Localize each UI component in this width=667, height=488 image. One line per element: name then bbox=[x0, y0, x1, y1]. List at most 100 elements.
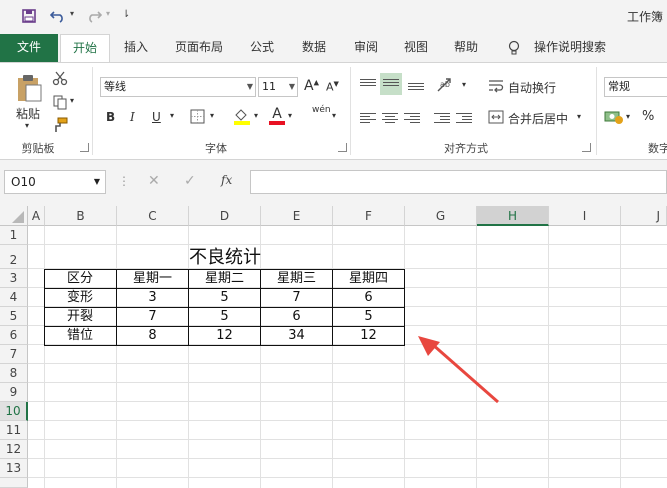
column-header-f[interactable]: F bbox=[333, 206, 405, 226]
clipboard-launcher-icon[interactable] bbox=[80, 143, 89, 152]
shrink-font-button[interactable]: A▼ bbox=[326, 80, 339, 94]
row-header-14[interactable] bbox=[0, 478, 28, 488]
table-title[interactable]: 不良统计 bbox=[117, 246, 333, 269]
wrap-text-icon[interactable] bbox=[488, 78, 504, 97]
tab-formulas[interactable]: 公式 bbox=[240, 34, 284, 62]
align-right-icon[interactable] bbox=[404, 111, 420, 125]
redo-dropdown-icon[interactable]: ▾ bbox=[106, 9, 110, 18]
tab-insert[interactable]: 插入 bbox=[114, 34, 158, 62]
merge-center-icon[interactable] bbox=[488, 109, 504, 128]
accounting-dropdown-icon[interactable]: ▾ bbox=[626, 112, 630, 121]
bold-button[interactable]: B bbox=[106, 110, 115, 124]
align-left-icon[interactable] bbox=[360, 111, 376, 125]
column-header-e[interactable]: E bbox=[261, 206, 333, 226]
merge-center-button[interactable]: 合并后居中 bbox=[508, 110, 568, 127]
column-header-a[interactable]: A bbox=[28, 206, 45, 226]
row-header-5[interactable]: 5 bbox=[0, 307, 28, 326]
name-box-dropdown-icon[interactable]: ▼ bbox=[94, 171, 100, 193]
column-header-d[interactable]: D bbox=[189, 206, 261, 226]
tab-data[interactable]: 数据 bbox=[292, 34, 336, 62]
paste-dropdown-icon[interactable]: ▾ bbox=[25, 121, 29, 130]
font-size-dropdown-icon[interactable]: ▼ bbox=[289, 78, 295, 96]
phonetic-guide-button[interactable]: wén bbox=[312, 105, 331, 115]
copy-icon[interactable] bbox=[52, 94, 68, 113]
column-header-b[interactable]: B bbox=[45, 206, 117, 226]
wrap-text-button[interactable]: 自动换行 bbox=[508, 79, 556, 96]
table-cell[interactable]: 6 bbox=[261, 307, 332, 326]
tab-view[interactable]: 视图 bbox=[394, 34, 438, 62]
formula-input[interactable] bbox=[250, 170, 667, 194]
table-header-cell[interactable]: 星期四 bbox=[333, 269, 404, 288]
align-middle-icon[interactable] bbox=[380, 73, 402, 95]
table-cell[interactable]: 6 bbox=[333, 288, 404, 307]
row-header-2[interactable]: 2 bbox=[0, 245, 28, 269]
table-header-cell[interactable]: 星期二 bbox=[189, 269, 260, 288]
underline-dropdown-icon[interactable]: ▾ bbox=[170, 111, 174, 120]
tab-page-layout[interactable]: 页面布局 bbox=[166, 34, 232, 62]
save-icon[interactable] bbox=[22, 9, 36, 27]
tell-me-search[interactable]: 操作说明搜索 bbox=[528, 34, 612, 62]
accounting-format-icon[interactable] bbox=[604, 109, 624, 128]
font-size-combo[interactable]: 11 ▼ bbox=[258, 77, 298, 97]
align-bottom-icon[interactable] bbox=[408, 81, 424, 95]
cut-icon[interactable] bbox=[52, 70, 68, 89]
undo-dropdown-icon[interactable]: ▾ bbox=[70, 9, 74, 18]
table-header-cell[interactable]: 星期三 bbox=[261, 269, 332, 288]
table-cell[interactable]: 5 bbox=[189, 307, 260, 326]
percent-button[interactable]: % bbox=[642, 109, 654, 124]
column-header-j[interactable]: J bbox=[621, 206, 667, 226]
tab-file[interactable]: 文件 bbox=[0, 34, 58, 62]
table-cell[interactable]: 8 bbox=[117, 326, 188, 345]
row-header-7[interactable]: 7 bbox=[0, 345, 28, 364]
column-header-i[interactable]: I bbox=[549, 206, 621, 226]
font-name-dropdown-icon[interactable]: ▼ bbox=[247, 78, 253, 96]
insert-function-button[interactable]: fx bbox=[221, 173, 232, 187]
tab-help[interactable]: 帮助 bbox=[444, 34, 488, 62]
align-top-icon[interactable] bbox=[360, 77, 376, 91]
copy-dropdown-icon[interactable]: ▾ bbox=[70, 96, 74, 105]
row-header-6[interactable]: 6 bbox=[0, 326, 28, 345]
borders-dropdown-icon[interactable]: ▾ bbox=[210, 111, 214, 120]
orientation-icon[interactable]: ab bbox=[436, 77, 458, 96]
tab-review[interactable]: 审阅 bbox=[344, 34, 388, 62]
italic-button[interactable]: I bbox=[130, 110, 135, 124]
column-header-h[interactable]: H bbox=[477, 206, 549, 226]
decrease-indent-icon[interactable] bbox=[434, 111, 450, 125]
alignment-launcher-icon[interactable] bbox=[582, 143, 591, 152]
grow-font-button[interactable]: A▲ bbox=[304, 78, 319, 94]
table-header-cell[interactable]: 区分 bbox=[45, 269, 116, 288]
row-header-10[interactable]: 10 bbox=[0, 402, 28, 421]
table-cell[interactable]: 12 bbox=[333, 326, 404, 345]
tab-home[interactable]: 开始 bbox=[60, 34, 110, 62]
customize-quick-access-icon[interactable]: ⇂ bbox=[122, 9, 130, 20]
row-header-3[interactable]: 3 bbox=[0, 269, 28, 288]
table-cell[interactable]: 34 bbox=[261, 326, 332, 345]
row-header-11[interactable]: 11 bbox=[0, 421, 28, 440]
table-cell[interactable]: 3 bbox=[117, 288, 188, 307]
select-all-corner[interactable] bbox=[0, 206, 28, 226]
table-cell[interactable]: 5 bbox=[333, 307, 404, 326]
table-cell[interactable]: 12 bbox=[189, 326, 260, 345]
font-launcher-icon[interactable] bbox=[338, 143, 347, 152]
align-center-icon[interactable] bbox=[382, 111, 398, 125]
phonetic-dropdown-icon[interactable]: ▾ bbox=[332, 111, 336, 120]
number-format-combo[interactable]: 常规 bbox=[604, 77, 667, 97]
increase-indent-icon[interactable] bbox=[456, 111, 472, 125]
row-header-12[interactable]: 12 bbox=[0, 440, 28, 459]
table-cell[interactable]: 7 bbox=[261, 288, 332, 307]
row-header-8[interactable]: 8 bbox=[0, 364, 28, 383]
fill-color-dropdown-icon[interactable]: ▾ bbox=[254, 111, 258, 120]
font-color-dropdown-icon[interactable]: ▾ bbox=[288, 111, 292, 120]
font-name-combo[interactable]: 等线 ▼ bbox=[100, 77, 256, 97]
table-cell[interactable]: 5 bbox=[189, 288, 260, 307]
undo-icon[interactable] bbox=[49, 9, 66, 27]
font-color-button[interactable]: A bbox=[269, 106, 285, 125]
spreadsheet-grid[interactable]: A B C D E F G H I J 1 2 3 4 5 6 7 8 9 10… bbox=[0, 206, 667, 488]
paste-button[interactable]: 粘贴 bbox=[16, 105, 40, 122]
format-painter-icon[interactable] bbox=[52, 117, 68, 136]
name-box[interactable]: O10 ▼ bbox=[4, 170, 106, 194]
table-cell[interactable]: 错位 bbox=[45, 326, 116, 345]
column-header-c[interactable]: C bbox=[117, 206, 189, 226]
row-header-9[interactable]: 9 bbox=[0, 383, 28, 402]
cancel-entry-icon[interactable]: ✕ bbox=[148, 173, 160, 189]
